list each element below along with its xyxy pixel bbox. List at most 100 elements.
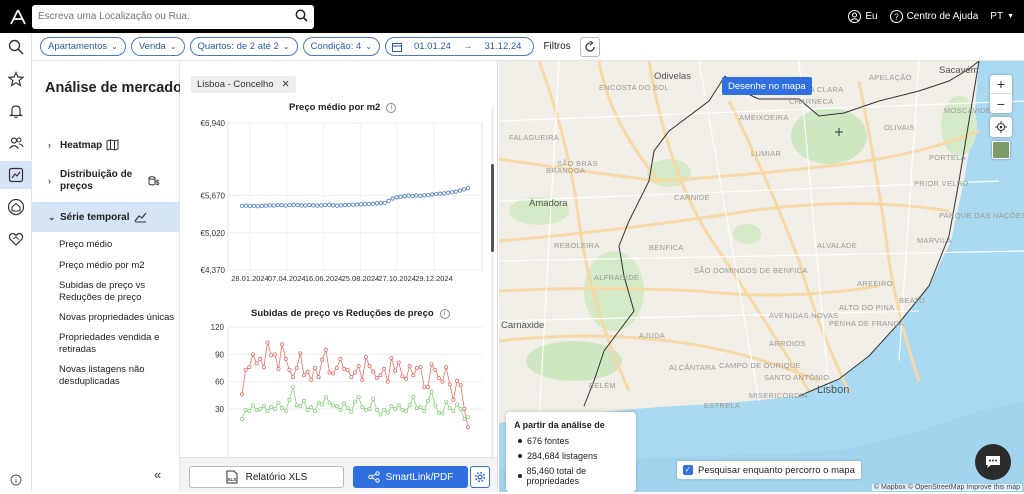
data-point [338,356,343,361]
data-point [247,408,252,413]
zoom-out-button[interactable]: − [990,94,1012,113]
data-point [410,193,415,199]
data-point [458,407,463,412]
property-type-value: Apartamentos [48,41,108,52]
scrollbar-thumb[interactable] [491,164,494,252]
export-bar: XLS Relatório XLS SmartLink/PDF [180,457,497,492]
crosshair-icon [995,121,1007,133]
nav-deals[interactable] [0,225,32,253]
nav-alerts[interactable] [0,97,32,125]
xls-report-button[interactable]: XLS Relatório XLS [189,466,344,488]
data-point [243,367,248,372]
map-label-misericordia: Misericórdia [749,391,808,400]
data-point [363,355,368,360]
svg-text:?: ? [894,13,899,22]
data-point [465,415,470,420]
search-input[interactable] [38,11,295,22]
nav-info[interactable] [0,466,32,494]
data-point [418,365,423,370]
satellite-toggle[interactable] [992,141,1010,159]
data-point [396,360,401,365]
language-label: PT [990,11,1004,22]
data-point [360,405,365,410]
user-menu[interactable]: Eu [848,10,878,23]
help-center-link[interactable]: ? Centro de Ajuda [889,10,978,23]
map-label-alto-pina: Alto do Pina [839,303,895,312]
export-settings-button[interactable] [470,466,490,488]
chevron-down-icon: ⌄ [111,42,118,51]
deal-type-dropdown[interactable]: Venda ⌄ [130,37,185,56]
sub-item-new-listings[interactable]: Novas listagens não desduplicadas [59,364,171,388]
zoom-control: + − [990,75,1012,113]
search-while-moving-toggle[interactable]: ✓ Pesquisar enquanto percorro o mapa [677,461,861,479]
map-attribution[interactable]: © Mapbox © OpenStreetMap Improve this ma… [871,484,1022,491]
sub-item-avg-price[interactable]: Preço médio [59,239,112,251]
info-icon[interactable]: i [386,102,397,113]
data-point [454,189,459,194]
map-label-arroios: Arroios [769,339,806,348]
data-point [261,404,266,409]
data-point [327,370,332,375]
data-point [335,203,340,208]
chart-icon [8,167,24,183]
data-point [358,202,364,207]
arrow-right-icon: → [462,41,473,52]
date-range-picker[interactable]: 01.01.24 → 31.12.24 [384,37,535,56]
rooms-dropdown[interactable]: Quartos: de 2 até 2 ⌄ [189,37,298,56]
zoom-in-button[interactable]: + [990,75,1012,94]
sidebar-item-heatmap[interactable]: › Heatmap [32,136,180,154]
checkbox-checked-icon[interactable]: ✓ [683,465,693,475]
language-selector[interactable]: PT ▼ [990,11,1014,22]
data-point [422,408,427,413]
data-point [316,400,321,405]
data-point [407,364,412,369]
nav-users[interactable] [0,129,32,157]
app-logo-icon[interactable] [6,5,30,29]
data-point [254,407,259,412]
star-icon [8,71,24,87]
users-icon [9,137,24,149]
nav-search[interactable] [0,33,32,61]
chevron-down-icon: ▼ [1007,13,1014,20]
data-point [414,366,419,371]
map-label-sao-bras: São Brás [557,159,598,168]
nav-market-analysis[interactable] [0,161,32,189]
sub-item-new-properties[interactable]: Novas propriedades únicas [59,312,174,324]
chevron-down-icon: ⌄ [282,42,290,51]
y-tick-label: 60 [215,378,224,387]
data-point [382,200,387,205]
data-point [426,192,431,198]
close-icon[interactable]: ✕ [282,79,290,90]
data-point [265,340,270,345]
sidebar-item-price-distribution[interactable]: › Distribuição de preços $ [32,167,180,195]
condition-dropdown[interactable]: Condição: 4 ⌄ [302,37,380,56]
chat-button[interactable] [975,444,1011,480]
nav-valuation[interactable] [0,193,32,221]
map-view[interactable]: Odivelas Sacavém Amadora Carnaxide Lisbo… [499,61,1024,492]
left-icon-nav [0,33,32,492]
data-point [259,203,264,209]
sub-item-avg-price-m2[interactable]: Preço médio por m2 [59,260,145,272]
sub-item-sold-withdrawn[interactable]: Propriedades vendida e retiradas [59,332,171,356]
analysis-stats-box: A partir da análise de 676 fontes 284,68… [506,412,636,492]
sub-item-price-changes[interactable]: Subidas de preço vs Reduções de preço [59,280,171,304]
data-point [451,408,456,413]
bullet-icon [518,474,522,478]
sidebar-item-time-series[interactable]: ⌄ Série temporal [32,202,180,232]
nav-favorites[interactable] [0,65,32,93]
gear-icon [474,471,486,483]
locate-button[interactable] [990,117,1012,137]
data-point [374,407,379,412]
filters-button[interactable]: Filtros [539,41,574,52]
property-type-dropdown[interactable]: Apartamentos ⌄ [40,37,126,56]
data-point [429,389,434,394]
price-changes-chart: 120 90 60 30 [211,323,482,457]
draw-on-map-button[interactable]: Desenhe no mapa [722,77,812,95]
refresh-button[interactable] [579,36,600,57]
deal-type-value: Venda [138,41,166,52]
search-icon[interactable] [295,9,308,25]
chart-panel-scrollbar[interactable] [491,107,494,492]
collapse-panel-button[interactable]: « [154,467,161,482]
smartlink-pdf-button[interactable]: SmartLink/PDF [353,466,468,488]
data-point [338,407,343,412]
